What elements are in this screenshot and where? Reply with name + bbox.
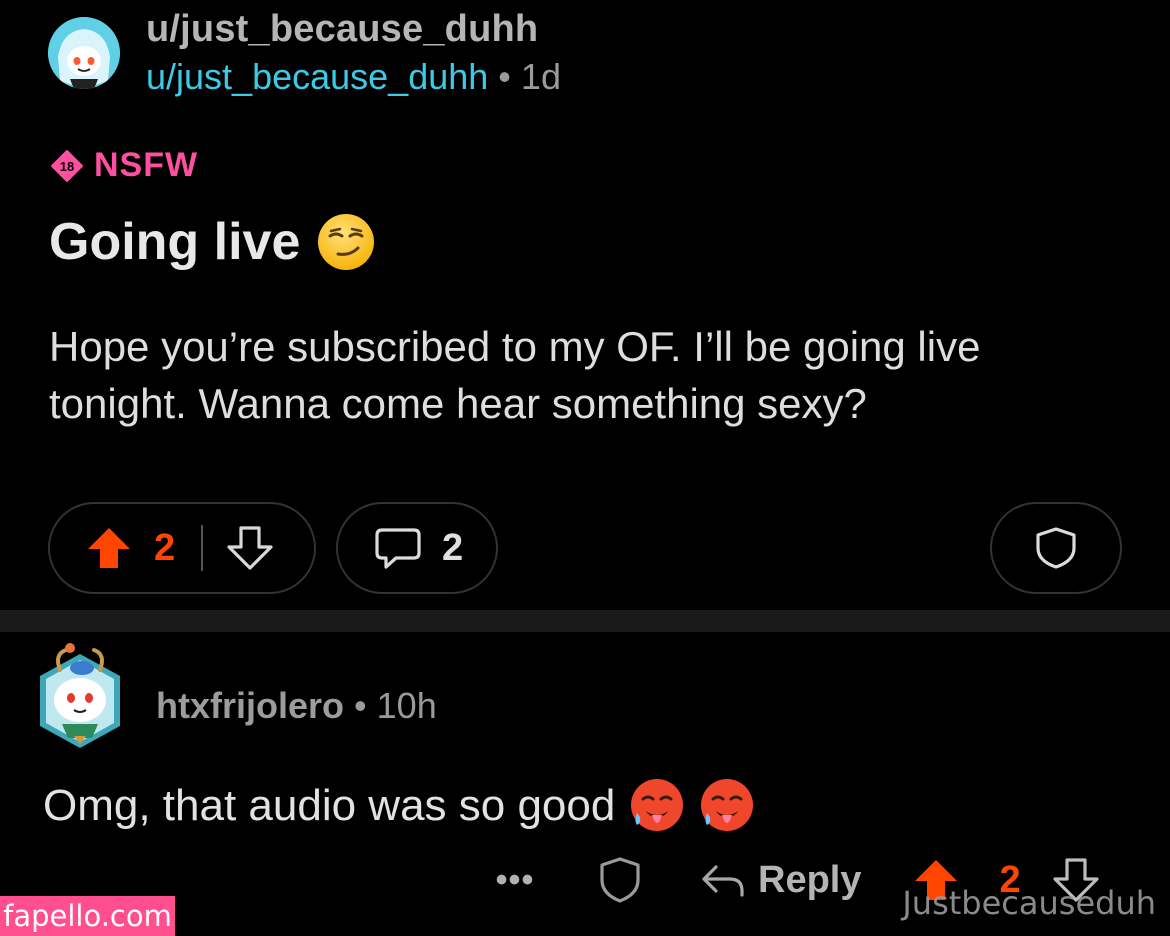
svg-text:18: 18	[60, 159, 74, 174]
post-upvote-count: 2	[154, 526, 176, 569]
comment-icon	[375, 528, 421, 569]
post-username-header: u/just_because_duhh	[146, 8, 539, 50]
nsfw-tag: 18 NSFW	[50, 146, 198, 185]
watermark-left: fapello.com	[0, 896, 175, 936]
post-title[interactable]: Going live	[49, 212, 376, 272]
comment-text: Omg, that audio was so good	[43, 781, 616, 830]
comment-author-avatar[interactable]	[30, 640, 130, 752]
meta-separator: •	[354, 685, 367, 726]
post-vote-bar: 2	[48, 502, 316, 594]
upvote-icon[interactable]	[86, 526, 132, 570]
comment-meta-line: htxfrijolero • 10h	[156, 685, 437, 727]
section-divider	[0, 610, 1170, 632]
comment-age: 10h	[376, 685, 437, 726]
post-author-link[interactable]: u/just_because_duhh	[146, 56, 488, 97]
post-age: 1d	[520, 56, 561, 97]
more-dots: •••	[495, 860, 535, 899]
comment-more-button[interactable]: •••	[490, 855, 540, 905]
hot-face-emoji-icon	[701, 779, 754, 831]
post-body: Hope you’re subscribed to my OF. I’ll be…	[49, 323, 981, 427]
post-comments-button[interactable]: 2	[336, 502, 498, 594]
post-meta-line: u/just_because_duhh • 1d	[146, 56, 561, 98]
comment-author-name[interactable]: htxfrijolero	[156, 685, 344, 726]
hot-face-emoji-icon	[631, 779, 684, 831]
post-comment-count: 2	[442, 526, 464, 569]
nsfw-18-icon: 18	[51, 149, 83, 182]
vote-divider	[201, 525, 204, 571]
comment-body: Omg, that audio was so good	[43, 777, 755, 835]
post-title-text: Going live	[49, 213, 301, 271]
meta-separator: •	[498, 56, 511, 97]
reply-label: Reply	[758, 858, 862, 901]
watermark-right: Justbecauseduh	[902, 884, 1156, 922]
shield-icon	[1036, 527, 1076, 569]
shield-icon[interactable]	[596, 855, 644, 905]
smirking-face-emoji-icon	[318, 214, 375, 270]
reply-button[interactable]: Reply	[700, 859, 861, 902]
reply-arrow-icon	[702, 865, 744, 897]
nsfw-label: NSFW	[94, 146, 199, 184]
downvote-icon[interactable]	[227, 526, 273, 570]
post-mod-shield-button[interactable]	[990, 502, 1122, 594]
post-author-avatar[interactable]	[48, 17, 120, 89]
